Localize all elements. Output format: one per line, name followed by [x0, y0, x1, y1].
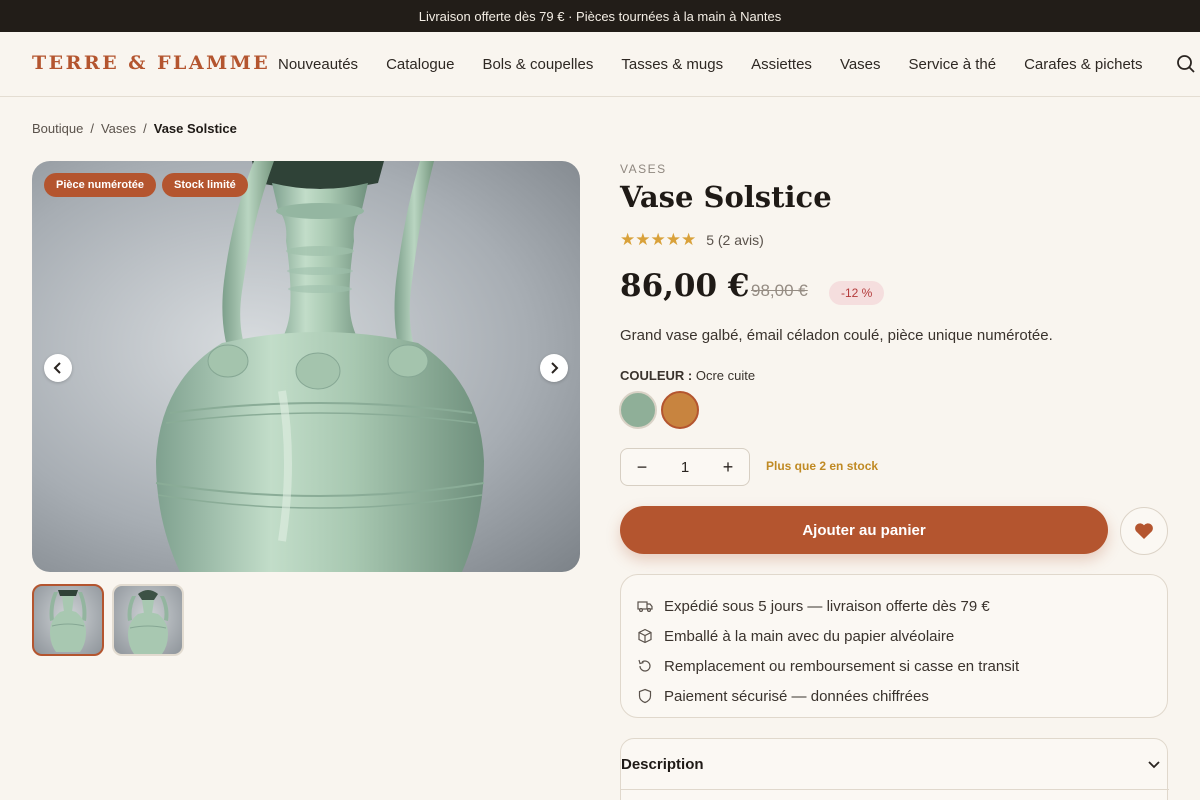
- breadcrumb: Boutique / Vases / Vase Solstice: [32, 121, 237, 136]
- refresh-icon: [638, 659, 651, 672]
- announcement-bar: Livraison offerte dès 79 € · Pièces tour…: [0, 0, 1200, 32]
- discount-badge: -12 %: [829, 281, 885, 305]
- color-selected-value: Ocre cuite: [695, 368, 756, 383]
- perk-packaging: Emballé à la main avec du papier alvéola…: [637, 621, 1167, 651]
- product-image: [155, 161, 485, 572]
- product-title: Vase Solstice: [620, 180, 832, 214]
- logo[interactable]: TERRE & FLAMME: [32, 52, 270, 74]
- shield-icon: [638, 688, 652, 704]
- truck-icon: [637, 601, 653, 613]
- perk-text: Expédié sous 5 jours — livraison offerte…: [664, 597, 990, 615]
- badge-limited-stock: Stock limité: [162, 173, 248, 197]
- product-category: VASES: [620, 162, 667, 176]
- product-short-description: Grand vase galbé, émail céladon coulé, p…: [620, 327, 1053, 344]
- quantity-decrease-button[interactable]: −: [633, 457, 651, 478]
- color-label-title: COULEUR :: [620, 368, 693, 383]
- breadcrumb-separator: /: [143, 121, 147, 136]
- perk-shipping: Expédié sous 5 jours — livraison offerte…: [637, 591, 1167, 621]
- perks-box: Expédié sous 5 jours — livraison offerte…: [620, 574, 1168, 718]
- nav-item-assiettes[interactable]: Assiettes: [737, 56, 826, 73]
- accordion-header[interactable]: Description: [621, 753, 1169, 775]
- breadcrumb-separator: /: [90, 121, 94, 136]
- product-rating[interactable]: ★★★★★ 5 (2 avis): [620, 230, 764, 250]
- perk-text: Paiement sécurisé — données chiffrées: [664, 687, 929, 705]
- package-icon: [638, 628, 652, 644]
- perk-replacement: Remplacement ou remboursement si casse e…: [637, 651, 1167, 681]
- badge-numbered-piece: Pièce numérotée: [44, 173, 157, 197]
- quantity-value[interactable]: 1: [681, 459, 689, 476]
- product-price: 86,00 €: [620, 268, 750, 304]
- thumbnail-2[interactable]: [112, 584, 184, 656]
- rating-text: 5 (2 avis): [706, 232, 764, 248]
- star-rating-icon: ★★★★★: [620, 230, 697, 249]
- gallery-next-button[interactable]: [540, 354, 568, 382]
- color-swatch-celadon[interactable]: [619, 391, 657, 429]
- gallery-prev-button[interactable]: [44, 354, 72, 382]
- thumbnail-image: [49, 590, 87, 652]
- thumbnail-1[interactable]: [32, 584, 104, 656]
- wishlist-button[interactable]: [1120, 507, 1168, 555]
- nav-item-vases[interactable]: Vases: [826, 56, 895, 73]
- perk-text: Remplacement ou remboursement si casse e…: [664, 657, 1020, 675]
- add-to-cart-button[interactable]: Ajouter au panier: [620, 506, 1108, 554]
- nav-item-tasses-mugs[interactable]: Tasses & mugs: [607, 56, 737, 73]
- search-button[interactable]: [1174, 52, 1198, 76]
- site-header: TERRE & FLAMME Nouveautés Catalogue Bols…: [0, 32, 1200, 97]
- nav-item-carafes-pichets[interactable]: Carafes & pichets: [1010, 56, 1156, 73]
- product-image-gallery[interactable]: Pièce numérotée Stock limité: [32, 161, 580, 572]
- chevron-left-icon: [53, 362, 61, 374]
- breadcrumb-link-vases[interactable]: Vases: [101, 121, 136, 136]
- quantity-increase-button[interactable]: +: [719, 457, 737, 478]
- chevron-down-icon: [1148, 761, 1160, 769]
- nav-item-service-a-the[interactable]: Service à thé: [895, 56, 1011, 73]
- nav-item-bols-coupelles[interactable]: Bols & coupelles: [468, 56, 607, 73]
- breadcrumb-link-boutique[interactable]: Boutique: [32, 121, 83, 136]
- color-label: COULEUR : Ocre cuite: [620, 368, 755, 383]
- stock-warning: Plus que 2 en stock: [766, 459, 879, 473]
- announcement-text: Livraison offerte dès 79 € · Pièces tour…: [418, 8, 782, 24]
- accordion-title: Description: [621, 755, 704, 773]
- breadcrumb-current: Vase Solstice: [153, 121, 237, 136]
- nav-item-catalogue[interactable]: Catalogue: [372, 56, 468, 73]
- thumbnail-list: [32, 584, 184, 656]
- perk-secure-payment: Paiement sécurisé — données chiffrées: [637, 681, 1167, 711]
- quantity-stepper: − 1 +: [620, 448, 750, 486]
- thumbnail-image: [127, 590, 169, 654]
- product-old-price: 98,00 €: [751, 281, 808, 300]
- accordion-divider: [621, 789, 1169, 790]
- search-icon: [1177, 55, 1195, 73]
- chevron-right-icon: [551, 362, 559, 374]
- main-nav: Nouveautés Catalogue Bols & coupelles Ta…: [264, 32, 1156, 96]
- perk-text: Emballé à la main avec du papier alvéola…: [664, 627, 955, 645]
- color-swatch-ocre-cuite[interactable]: [661, 391, 699, 429]
- nav-item-nouveautes[interactable]: Nouveautés: [264, 56, 372, 73]
- heart-icon: [1135, 523, 1153, 539]
- badge-group: Pièce numérotée Stock limité: [44, 173, 248, 197]
- description-accordion[interactable]: Description: [620, 738, 1169, 800]
